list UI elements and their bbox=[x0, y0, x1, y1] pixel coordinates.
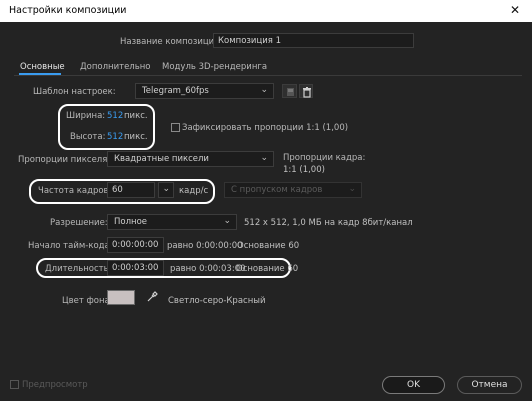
width-label: Ширина: bbox=[66, 111, 106, 121]
frame-aspect-label: Пропорции кадра: bbox=[283, 153, 366, 163]
preset-value: Telegram_60fps bbox=[142, 86, 209, 96]
composition-name-input[interactable]: Композиция 1 bbox=[213, 33, 414, 48]
duration-label: Длительность: bbox=[45, 264, 112, 274]
tab-divider bbox=[14, 75, 522, 76]
drop-frame-value: С пропуском кадров bbox=[231, 185, 323, 195]
frame-aspect-value: 1:1 (1,00) bbox=[283, 165, 325, 175]
width-value[interactable]: 512 bbox=[107, 111, 123, 121]
duration-equals: равно 0:00:03:00 bbox=[170, 264, 246, 274]
lock-ratio-checkbox[interactable] bbox=[171, 123, 180, 132]
chevron-down-icon: ⌄ bbox=[348, 184, 356, 194]
tab-basic[interactable]: Основные bbox=[20, 62, 65, 72]
resolution-select[interactable]: Полное ⌄ bbox=[107, 214, 237, 230]
background-color-swatch[interactable] bbox=[107, 290, 135, 305]
title-bar: Настройки композиции ✕ bbox=[0, 0, 532, 22]
frame-rate-unit: кадр/с bbox=[179, 186, 209, 196]
trash-icon bbox=[303, 87, 311, 98]
resolution-info: 512 x 512, 1,0 МБ на кадр 8бит/канал bbox=[244, 218, 413, 228]
composition-name-label: Название композиции: bbox=[120, 37, 223, 47]
pixel-aspect-label: Пропорции пикселя: bbox=[18, 155, 111, 165]
cancel-button[interactable]: Отмена bbox=[457, 376, 522, 394]
start-timecode-base: Основание 60 bbox=[237, 241, 300, 251]
frame-rate-label: Частота кадров: bbox=[38, 186, 112, 196]
tab-3d-renderer[interactable]: Модуль 3D-рендеринга bbox=[162, 62, 267, 72]
preset-label: Шаблон настроек: bbox=[33, 87, 116, 97]
tab-advanced[interactable]: Дополнительно bbox=[80, 62, 151, 72]
height-value[interactable]: 512 bbox=[107, 132, 123, 142]
drop-frame-select: С пропуском кадров ⌄ bbox=[224, 182, 362, 198]
chevron-down-icon: ⌄ bbox=[260, 85, 268, 95]
save-preset-button[interactable] bbox=[282, 84, 297, 98]
frame-rate-dropdown[interactable]: ⌄ bbox=[158, 182, 174, 198]
pixel-aspect-value: Квадратные пиксели bbox=[114, 154, 209, 164]
chevron-down-icon: ⌄ bbox=[223, 216, 231, 226]
height-label: Высота: bbox=[70, 132, 106, 142]
frame-rate-input[interactable]: 60 bbox=[107, 182, 155, 198]
start-timecode-equals: равно 0:00:00:00 bbox=[167, 241, 243, 251]
preset-select[interactable]: Telegram_60fps ⌄ bbox=[135, 83, 274, 99]
duration-input[interactable]: 0:00:03:00 bbox=[107, 260, 164, 276]
start-timecode-input[interactable]: 0:00:00:00 bbox=[107, 237, 164, 253]
chevron-down-icon: ⌄ bbox=[260, 153, 268, 163]
eyedropper-icon bbox=[147, 291, 158, 302]
background-color-name: Светло-серо-Красный bbox=[168, 296, 266, 306]
resolution-label: Разрешение: bbox=[50, 218, 108, 228]
save-preset-icon bbox=[287, 88, 294, 96]
preview-checkbox[interactable] bbox=[10, 380, 19, 389]
resolution-value: Полное bbox=[114, 217, 148, 227]
width-unit: пикс. bbox=[124, 111, 148, 121]
eyedropper-button[interactable] bbox=[145, 290, 159, 305]
preview-label: Предпросмотр bbox=[22, 380, 88, 390]
start-timecode-label: Начало тайм-кода: bbox=[28, 241, 113, 251]
lock-ratio-label: Зафиксировать пропорции 1:1 (1,00) bbox=[182, 123, 349, 133]
ok-button[interactable]: OK bbox=[382, 376, 445, 394]
background-color-label: Цвет фона: bbox=[62, 296, 113, 306]
delete-preset-button[interactable] bbox=[299, 84, 313, 98]
window-title: Настройки композиции bbox=[9, 5, 127, 16]
chevron-down-icon: ⌄ bbox=[162, 184, 170, 194]
duration-base: Основание 60 bbox=[236, 264, 299, 274]
close-icon[interactable]: ✕ bbox=[510, 3, 520, 17]
height-unit: пикс. bbox=[124, 132, 148, 142]
pixel-aspect-select[interactable]: Квадратные пиксели ⌄ bbox=[107, 151, 274, 167]
